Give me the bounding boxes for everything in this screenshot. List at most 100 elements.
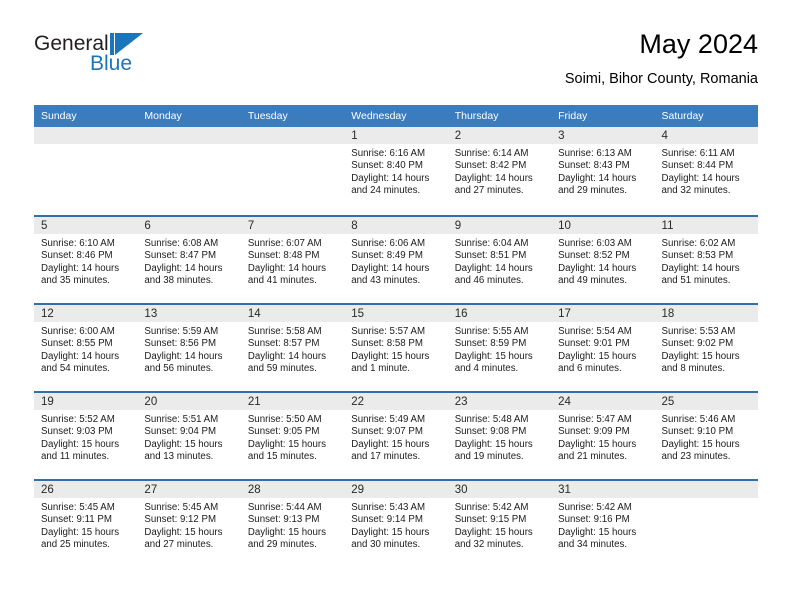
daylight-text: Daylight: 15 hours and 23 minutes. bbox=[661, 438, 740, 463]
day-sun-info bbox=[241, 144, 344, 148]
day-sun-info: Sunrise: 6:02 AM Sunset: 8:53 PM Daylight:… bbox=[655, 234, 758, 287]
daylight-text: Daylight: 14 hours and 43 minutes. bbox=[351, 262, 430, 287]
day-sun-info: Sunrise: 5:45 AM Sunset: 9:12 PM Daylight:… bbox=[137, 498, 240, 551]
weekday-header-wednesday: Wednesday bbox=[351, 110, 407, 122]
calendar-day-cell[interactable]: 22 Sunrise: 5:49 AM Sunset: 9:07 PM Dayligh… bbox=[344, 393, 448, 479]
calendar-page: General Blue May 2024 Soimi, Bihor Count… bbox=[0, 0, 792, 612]
calendar-day-cell[interactable]: 30 Sunrise: 5:42 AM Sunset: 9:15 PM Dayligh… bbox=[447, 481, 552, 567]
sunrise-text: Sunrise: 6:13 AM bbox=[558, 148, 632, 159]
day-sun-info: Sunrise: 5:43 AM Sunset: 9:14 PM Daylight:… bbox=[344, 498, 447, 551]
sunrise-text: Sunrise: 5:43 AM bbox=[351, 502, 426, 513]
sunset-text: Sunset: 8:52 PM bbox=[558, 250, 630, 262]
daylight-text: Daylight: 14 hours and 38 minutes. bbox=[144, 262, 223, 287]
daylight-text: Daylight: 15 hours and 29 minutes. bbox=[247, 526, 326, 551]
general-blue-logo[interactable]: General Blue bbox=[34, 32, 214, 84]
calendar-day-cell[interactable]: 17 Sunrise: 5:54 AM Sunset: 9:01 PM Dayligh… bbox=[551, 305, 655, 391]
calendar-day-cell-empty bbox=[240, 127, 345, 215]
sunset-text: Sunset: 8:49 PM bbox=[351, 250, 423, 262]
page-subtitle: Soimi, Bihor County, Romania bbox=[564, 71, 758, 87]
calendar-day-cell[interactable]: 7 Sunrise: 6:07 AM Sunset: 8:48 PM Daylight… bbox=[240, 217, 345, 303]
daylight-text: Daylight: 14 hours and 56 minutes. bbox=[144, 350, 223, 375]
weekday-header-saturday: Saturday bbox=[661, 110, 704, 122]
calendar-day-cell[interactable]: 13 Sunrise: 5:59 AM Sunset: 8:56 PM Dayligh… bbox=[137, 305, 241, 391]
sunrise-text: Sunrise: 6:10 AM bbox=[41, 238, 115, 249]
sunset-text: Sunset: 9:09 PM bbox=[558, 426, 630, 438]
calendar-day-cell[interactable]: 5 Sunrise: 6:10 AM Sunset: 8:46 PM Daylight… bbox=[34, 217, 138, 303]
weekday-header-thursday: Thursday bbox=[454, 110, 499, 122]
sunrise-text: Sunrise: 6:07 AM bbox=[247, 238, 322, 249]
day-number: 7 bbox=[240, 217, 345, 234]
sunrise-text: Sunrise: 5:50 AM bbox=[247, 414, 322, 425]
calendar-day-cell[interactable]: 14 Sunrise: 5:58 AM Sunset: 8:57 PM Dayligh… bbox=[240, 305, 345, 391]
calendar-week-row: 19 Sunrise: 5:52 AM Sunset: 9:03 PM Dayligh… bbox=[34, 391, 758, 479]
weekday-header-row: Sunday Monday Tuesday Wednesday Thursday Frid… bbox=[34, 105, 758, 127]
day-number: 26 bbox=[34, 481, 138, 498]
day-sun-info: Sunrise: 5:59 AM Sunset: 8:56 PM Daylight:… bbox=[137, 322, 240, 375]
daylight-text: Daylight: 14 hours and 59 minutes. bbox=[247, 350, 326, 375]
calendar-day-cell[interactable]: 4 Sunrise: 6:11 AM Sunset: 8:44 PM Daylight… bbox=[654, 127, 758, 215]
day-number: 18 bbox=[654, 305, 758, 322]
day-sun-info: Sunrise: 6:16 AM Sunset: 8:40 PM Daylight:… bbox=[344, 144, 447, 197]
calendar-day-cell[interactable]: 20 Sunrise: 5:51 AM Sunset: 9:04 PM Dayligh… bbox=[137, 393, 241, 479]
calendar-day-cell[interactable]: 2 Sunrise: 6:14 AM Sunset: 8:42 PM Daylight… bbox=[447, 127, 552, 215]
sunset-text: Sunset: 8:43 PM bbox=[558, 160, 630, 172]
calendar-weeks: 1 Sunrise: 6:16 AM Sunset: 8:40 PM Daylight… bbox=[34, 127, 758, 567]
calendar-day-cell[interactable]: 15 Sunrise: 5:57 AM Sunset: 8:58 PM Dayligh… bbox=[344, 305, 448, 391]
daylight-text: Daylight: 14 hours and 49 minutes. bbox=[558, 262, 637, 287]
calendar-day-cell[interactable]: 23 Sunrise: 5:48 AM Sunset: 9:08 PM Dayligh… bbox=[447, 393, 552, 479]
day-number bbox=[34, 127, 138, 144]
day-sun-info: Sunrise: 5:42 AM Sunset: 9:16 PM Daylight:… bbox=[551, 498, 654, 551]
sunrise-text: Sunrise: 5:42 AM bbox=[454, 502, 529, 513]
calendar-day-cell[interactable]: 18 Sunrise: 5:53 AM Sunset: 9:02 PM Dayligh… bbox=[654, 305, 758, 391]
calendar-week-row: 26 Sunrise: 5:45 AM Sunset: 9:11 PM Dayligh… bbox=[34, 479, 758, 567]
day-number: 6 bbox=[137, 217, 241, 234]
day-number: 13 bbox=[137, 305, 241, 322]
sunset-text: Sunset: 8:48 PM bbox=[247, 250, 320, 262]
sunset-text: Sunset: 8:40 PM bbox=[351, 160, 423, 172]
daylight-text: Daylight: 14 hours and 29 minutes. bbox=[558, 172, 637, 197]
sunrise-text: Sunrise: 5:54 AM bbox=[558, 326, 632, 337]
calendar-day-cell[interactable]: 3 Sunrise: 6:13 AM Sunset: 8:43 PM Daylight… bbox=[551, 127, 655, 215]
calendar-day-cell[interactable]: 19 Sunrise: 5:52 AM Sunset: 9:03 PM Dayligh… bbox=[34, 393, 138, 479]
calendar-day-cell[interactable]: 9 Sunrise: 6:04 AM Sunset: 8:51 PM Daylight… bbox=[447, 217, 552, 303]
day-number: 29 bbox=[344, 481, 448, 498]
sunset-text: Sunset: 9:01 PM bbox=[558, 338, 630, 350]
day-sun-info: Sunrise: 5:52 AM Sunset: 9:03 PM Daylight:… bbox=[34, 410, 137, 463]
calendar-day-cell[interactable]: 29 Sunrise: 5:43 AM Sunset: 9:14 PM Dayligh… bbox=[344, 481, 448, 567]
calendar-day-cell[interactable]: 16 Sunrise: 5:55 AM Sunset: 8:59 PM Dayligh… bbox=[447, 305, 552, 391]
calendar-day-cell[interactable]: 24 Sunrise: 5:47 AM Sunset: 9:09 PM Dayligh… bbox=[551, 393, 655, 479]
daylight-text: Daylight: 14 hours and 24 minutes. bbox=[351, 172, 430, 197]
sunset-text: Sunset: 8:51 PM bbox=[454, 250, 527, 262]
calendar-day-cell[interactable]: 27 Sunrise: 5:45 AM Sunset: 9:12 PM Dayligh… bbox=[137, 481, 241, 567]
calendar-day-cell[interactable]: 25 Sunrise: 5:46 AM Sunset: 9:10 PM Dayligh… bbox=[654, 393, 758, 479]
sunset-text: Sunset: 8:55 PM bbox=[41, 338, 113, 350]
calendar-day-cell[interactable]: 6 Sunrise: 6:08 AM Sunset: 8:47 PM Daylight… bbox=[137, 217, 241, 303]
calendar-day-cell[interactable]: 21 Sunrise: 5:50 AM Sunset: 9:05 PM Dayligh… bbox=[240, 393, 345, 479]
calendar-day-cell[interactable]: 10 Sunrise: 6:03 AM Sunset: 8:52 PM Dayligh… bbox=[551, 217, 655, 303]
calendar-day-cell[interactable]: 12 Sunrise: 6:00 AM Sunset: 8:55 PM Dayligh… bbox=[34, 305, 138, 391]
day-number: 16 bbox=[447, 305, 552, 322]
calendar-day-cell[interactable]: 26 Sunrise: 5:45 AM Sunset: 9:11 PM Dayligh… bbox=[34, 481, 138, 567]
day-sun-info: Sunrise: 6:11 AM Sunset: 8:44 PM Daylight:… bbox=[655, 144, 758, 197]
day-sun-info: Sunrise: 5:54 AM Sunset: 9:01 PM Daylight:… bbox=[551, 322, 654, 375]
day-sun-info: Sunrise: 6:08 AM Sunset: 8:47 PM Daylight:… bbox=[137, 234, 240, 287]
day-number: 15 bbox=[344, 305, 448, 322]
daylight-text: Daylight: 15 hours and 21 minutes. bbox=[558, 438, 637, 463]
calendar-day-cell[interactable]: 8 Sunrise: 6:06 AM Sunset: 8:49 PM Daylight… bbox=[344, 217, 448, 303]
calendar-week-row: 5 Sunrise: 6:10 AM Sunset: 8:46 PM Daylight… bbox=[34, 215, 758, 303]
sunrise-text: Sunrise: 5:45 AM bbox=[144, 502, 219, 513]
daylight-text: Daylight: 14 hours and 35 minutes. bbox=[41, 262, 120, 287]
calendar-day-cell[interactable]: 28 Sunrise: 5:44 AM Sunset: 9:13 PM Dayligh… bbox=[240, 481, 345, 567]
day-number: 3 bbox=[551, 127, 655, 144]
day-sun-info: Sunrise: 5:58 AM Sunset: 8:57 PM Daylight:… bbox=[241, 322, 344, 375]
calendar-day-cell[interactable]: 31 Sunrise: 5:42 AM Sunset: 9:16 PM Dayligh… bbox=[551, 481, 655, 567]
sunrise-text: Sunrise: 5:59 AM bbox=[144, 326, 219, 337]
sunrise-text: Sunrise: 5:49 AM bbox=[351, 414, 426, 425]
day-number: 11 bbox=[654, 217, 758, 234]
daylight-text: Daylight: 15 hours and 19 minutes. bbox=[454, 438, 533, 463]
weekday-header-friday: Friday bbox=[558, 110, 588, 122]
sunset-text: Sunset: 8:58 PM bbox=[351, 338, 423, 350]
day-number: 30 bbox=[447, 481, 552, 498]
calendar-day-cell[interactable]: 1 Sunrise: 6:16 AM Sunset: 8:40 PM Daylight… bbox=[344, 127, 448, 215]
calendar-day-cell[interactable]: 11 Sunrise: 6:02 AM Sunset: 8:53 PM Dayligh… bbox=[654, 217, 758, 303]
